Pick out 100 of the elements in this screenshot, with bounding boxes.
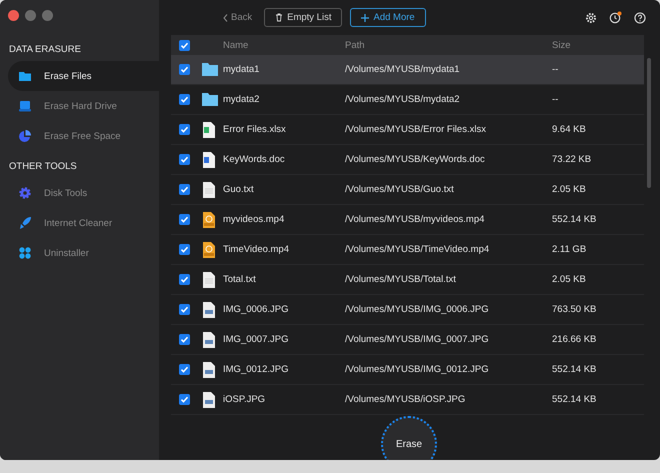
file-name: IMG_0006.JPG — [223, 304, 290, 315]
file-row[interactable]: IMG_0007.JPG /Volumes/MYUSB/IMG_0007.JPG 216.66 KB — [171, 325, 644, 355]
row-checkbox[interactable] — [179, 304, 190, 315]
row-checkbox[interactable] — [179, 334, 190, 345]
file-name: mydata1 — [223, 64, 260, 75]
sidebar-item[interactable]: Erase Free Space — [8, 121, 159, 151]
file-row[interactable]: mydata2 /Volumes/MYUSB/mydata2 -- — [171, 85, 644, 115]
minimize-button[interactable] — [25, 10, 36, 21]
folder-icon — [201, 92, 219, 107]
file-size: 2.11 GB — [552, 244, 588, 255]
file-row[interactable]: myvideos.mp4 /Volumes/MYUSB/myvideos.mp4 552.14 KB — [171, 205, 644, 235]
file-size: -- — [552, 94, 560, 105]
file-name: Guo.txt — [223, 184, 255, 195]
back-button[interactable]: Back — [219, 8, 256, 27]
file-name: KeyWords.doc — [223, 154, 286, 165]
help-icon[interactable] — [634, 12, 646, 24]
file-row[interactable]: Error Files.xlsx /Volumes/MYUSB/Error Files.xlsx 9.64 KB — [171, 115, 644, 145]
row-checkbox[interactable] — [179, 394, 190, 405]
file-size: 763.50 KB — [552, 304, 598, 315]
file-path: /Volumes/MYUSB/myvideos.mp4 — [345, 214, 486, 225]
file-row[interactable]: TimeVideo.mp4 /Volumes/MYUSB/TimeVideo.mp4 2.11 GB — [171, 235, 644, 265]
file-name: iOSP.JPG — [223, 394, 266, 405]
column-header[interactable]: Size — [552, 40, 644, 50]
file-size: 216.66 KB — [552, 334, 598, 345]
zoom-button[interactable] — [42, 10, 53, 21]
file-path: /Volumes/MYUSB/Guo.txt — [345, 184, 455, 195]
file-name: TimeVideo.mp4 — [223, 244, 290, 255]
file-path: /Volumes/MYUSB/TimeVideo.mp4 — [345, 244, 490, 255]
row-checkbox[interactable] — [179, 214, 190, 225]
drive-icon — [18, 99, 32, 113]
file-name: mydata2 — [223, 94, 260, 105]
row-checkbox[interactable] — [179, 274, 190, 285]
chevron-left-icon — [223, 14, 228, 22]
row-checkbox[interactable] — [179, 364, 190, 375]
file-name: IMG_0007.JPG — [223, 334, 290, 345]
file-name: Total.txt — [223, 274, 257, 285]
file-size: 552.14 KB — [552, 364, 598, 375]
history-icon[interactable] — [609, 11, 622, 24]
file-name: IMG_0012.JPG — [223, 364, 290, 375]
file-size: 9.64 KB — [552, 124, 587, 135]
spreadsheet-file-icon — [201, 120, 217, 138]
folder-icon — [18, 69, 32, 83]
sidebar-item[interactable]: Erase Files — [8, 61, 159, 91]
scrollbar[interactable] — [647, 58, 651, 188]
plus-icon — [361, 14, 370, 22]
section-heading: OTHER TOOLS — [8, 160, 78, 174]
sidebar-item[interactable]: Disk Tools — [8, 178, 159, 208]
column-header[interactable]: Name — [223, 40, 345, 50]
row-checkbox[interactable] — [179, 94, 190, 105]
apps-icon — [18, 246, 32, 260]
column-header[interactable]: Path — [345, 40, 552, 50]
row-checkbox[interactable] — [179, 64, 190, 75]
file-path: /Volumes/MYUSB/IMG_0006.JPG — [345, 304, 490, 315]
settings-icon[interactable] — [585, 12, 597, 24]
file-row[interactable]: IMG_0012.JPG /Volumes/MYUSB/IMG_0012.JPG 552.14 KB — [171, 355, 644, 385]
file-path: /Volumes/MYUSB/mydata1 — [345, 64, 461, 75]
row-checkbox[interactable] — [179, 184, 190, 195]
document-file-icon — [201, 150, 217, 168]
sidebar-item[interactable]: Internet Cleaner — [8, 208, 159, 238]
pie-chart-icon — [18, 129, 32, 143]
gear-icon — [18, 186, 32, 200]
file-row[interactable]: mydata1 /Volumes/MYUSB/mydata1 -- — [171, 55, 644, 85]
file-row[interactable]: IMG_0006.JPG /Volumes/MYUSB/IMG_0006.JPG 763.50 KB — [171, 295, 644, 325]
file-path: /Volumes/MYUSB/KeyWords.doc — [345, 154, 486, 165]
close-button[interactable] — [8, 10, 19, 21]
file-size: 552.14 KB — [552, 214, 598, 225]
row-checkbox[interactable] — [179, 124, 190, 135]
image-file-icon — [201, 330, 217, 348]
file-row[interactable]: Guo.txt /Volumes/MYUSB/Guo.txt 2.05 KB — [171, 175, 644, 205]
section-heading: DATA ERASURE — [8, 43, 82, 57]
video-file-icon — [201, 240, 217, 258]
file-path: /Volumes/MYUSB/IMG_0007.JPG — [345, 334, 490, 345]
file-row[interactable]: iOSP.JPG /Volumes/MYUSB/iOSP.JPG 552.14 KB — [171, 385, 644, 415]
add-more-button[interactable]: Add More — [350, 8, 426, 27]
file-name: myvideos.mp4 — [223, 214, 286, 225]
row-checkbox[interactable] — [179, 154, 190, 165]
folder-icon — [201, 62, 219, 77]
text-file-icon — [201, 270, 217, 288]
row-checkbox[interactable] — [179, 244, 190, 255]
file-size: -- — [552, 64, 560, 75]
file-path: /Volumes/MYUSB/IMG_0012.JPG — [345, 364, 490, 375]
video-file-icon — [201, 210, 217, 228]
select-all-checkbox[interactable] — [179, 40, 190, 50]
empty-list-button[interactable]: Empty List — [264, 8, 342, 27]
text-file-icon — [201, 180, 217, 198]
sidebar-item[interactable]: Erase Hard Drive — [8, 91, 159, 121]
file-path: /Volumes/MYUSB/mydata2 — [345, 94, 461, 105]
file-name: Error Files.xlsx — [223, 124, 287, 135]
file-size: 552.14 KB — [552, 394, 598, 405]
file-path: /Volumes/MYUSB/iOSP.JPG — [345, 394, 466, 405]
file-size: 73.22 KB — [552, 154, 592, 165]
file-row[interactable]: Total.txt /Volumes/MYUSB/Total.txt 2.05 KB — [171, 265, 644, 295]
image-file-icon — [201, 390, 217, 408]
file-row[interactable]: KeyWords.doc /Volumes/MYUSB/KeyWords.doc 73.22 KB — [171, 145, 644, 175]
file-size: 2.05 KB — [552, 184, 587, 195]
erase-button[interactable]: Erase — [381, 416, 437, 460]
file-size: 2.05 KB — [552, 274, 587, 285]
image-file-icon — [201, 300, 217, 318]
sidebar-item[interactable]: Uninstaller — [8, 238, 159, 268]
image-file-icon — [201, 360, 217, 378]
